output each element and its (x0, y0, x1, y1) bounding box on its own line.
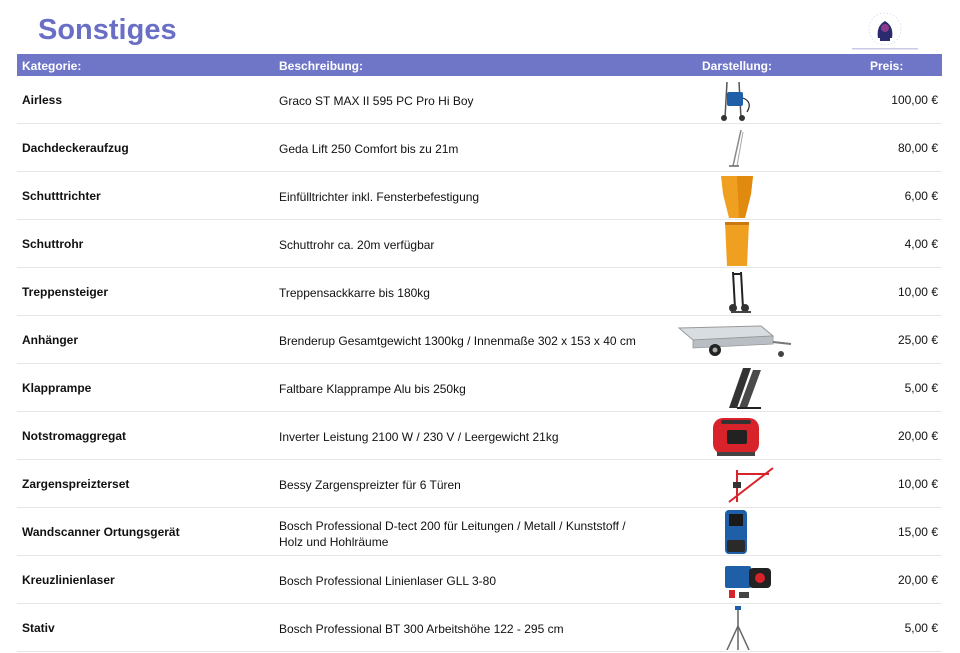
table-row: Dachdeckeraufzug Geda Lift 250 Comfort b… (17, 124, 942, 172)
row-description: Treppensackkarre bis 180kg (279, 286, 430, 300)
debris-funnel-icon (677, 174, 797, 218)
table-row: Schuttrohr Schuttrohr ca. 20m verfügbar … (17, 220, 942, 268)
debris-chute-icon (677, 222, 797, 266)
roof-lift-icon (677, 126, 797, 170)
trailer-icon (677, 318, 797, 362)
row-category: Anhänger (22, 333, 79, 347)
row-category: Stativ (22, 621, 55, 635)
row-description: Bosch Professional Linienlaser GLL 3-80 (279, 574, 497, 588)
row-description: Bosch Professional BT 300 Arbeitshöhe 12… (279, 622, 564, 636)
company-logo-icon (846, 8, 924, 54)
price-table: Kategorie: Beschreibung: Darstellung: Pr… (17, 54, 942, 652)
row-price: 20,00 € (897, 573, 938, 587)
frame-spreader-icon (677, 462, 797, 506)
page-title: Sonstiges (38, 14, 177, 46)
row-description: Brenderup Gesamtgewicht 1300kg / Innenma… (279, 334, 636, 348)
header-kategorie: Kategorie: (22, 59, 82, 73)
row-category: Dachdeckeraufzug (22, 141, 129, 155)
folding-ramp-icon (677, 366, 797, 410)
row-price: 100,00 € (891, 93, 938, 107)
table-row: Kreuzlinienlaser Bosch Professional Lini… (17, 556, 942, 604)
row-description: Graco ST MAX II 595 PC Pro Hi Boy (279, 94, 474, 108)
row-category: Klapprampe (22, 381, 92, 395)
row-category: Wandscanner Ortungsgerät (22, 525, 180, 539)
row-description: Einfülltrichter inkl. Fensterbefestigung (279, 190, 480, 204)
table-row: Zargenspreizterset Bessy Zargenspreizter… (17, 460, 942, 508)
header-darstellung: Darstellung: (702, 59, 773, 73)
row-price: 10,00 € (897, 285, 938, 299)
row-category: Schuttrohr (22, 237, 84, 251)
row-description: Schuttrohr ca. 20m verfügbar (279, 238, 435, 252)
row-category: Kreuzlinienlaser (22, 573, 115, 587)
row-category: Treppensteiger (22, 285, 109, 299)
table-row: Airless Graco ST MAX II 595 PC Pro Hi Bo… (17, 76, 942, 124)
airless-sprayer-icon (677, 78, 797, 122)
row-description: Geda Lift 250 Comfort bis zu 21m (279, 142, 459, 156)
header-beschreibung: Beschreibung: (279, 59, 364, 73)
row-category: Zargenspreizterset (22, 477, 130, 491)
line-laser-icon (677, 558, 797, 602)
generator-icon (677, 414, 797, 458)
row-description: Bosch Professional D-tect 200 für Leitun… (279, 519, 626, 549)
row-price: 4,00 € (904, 237, 938, 251)
row-description: Bessy Zargenspreizter für 6 Türen (279, 478, 461, 492)
row-description: Faltbare Klapprampe Alu bis 250kg (279, 382, 466, 396)
stair-climber-icon (677, 270, 797, 314)
row-price: 5,00 € (904, 381, 938, 395)
row-category: Schutttrichter (22, 189, 101, 203)
row-price: 20,00 € (897, 429, 938, 443)
row-price: 25,00 € (897, 333, 938, 347)
table-row: Wandscanner Ortungsgerät Bosch Professio… (17, 508, 942, 556)
table-row: Treppensteiger Treppensackkarre bis 180k… (17, 268, 942, 316)
row-price: 5,00 € (904, 621, 938, 635)
tripod-icon (677, 606, 797, 651)
row-category: Notstromaggregat (22, 429, 127, 443)
table-header: Kategorie: Beschreibung: Darstellung: Pr… (17, 54, 942, 76)
table-row: Stativ Bosch Professional BT 300 Arbeits… (17, 604, 942, 652)
row-price: 15,00 € (897, 525, 938, 539)
table-row: Anhänger Brenderup Gesamtgewicht 1300kg … (17, 316, 942, 364)
table-row: Klapprampe Faltbare Klapprampe Alu bis 2… (17, 364, 942, 412)
row-price: 6,00 € (904, 189, 938, 203)
table-row: Notstromaggregat Inverter Leistung 2100 … (17, 412, 942, 460)
header-preis: Preis: (870, 59, 904, 73)
row-description: Inverter Leistung 2100 W / 230 V / Leerg… (279, 430, 559, 444)
wall-scanner-icon (677, 510, 797, 554)
row-category: Airless (22, 93, 63, 107)
table-row: Schutttrichter Einfülltrichter inkl. Fen… (17, 172, 942, 220)
row-price: 80,00 € (897, 141, 938, 155)
row-price: 10,00 € (897, 477, 938, 491)
